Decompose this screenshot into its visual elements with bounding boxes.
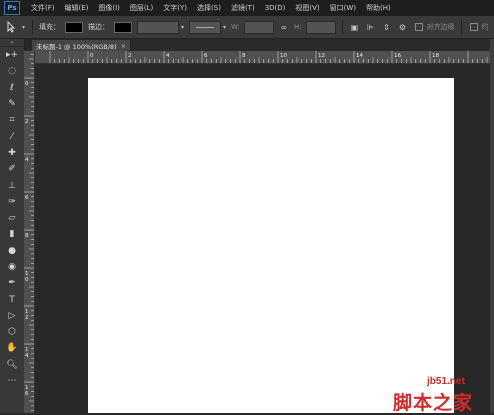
ruler-vertical-label: 6: [25, 391, 29, 397]
path-selection-tool-icon[interactable]: ▷: [0, 308, 24, 324]
ruler-vertical-label: 8: [25, 233, 29, 239]
align-edges-checkbox[interactable]: [414, 23, 423, 31]
stroke-type-dropdown-icon[interactable]: ▾: [223, 23, 229, 32]
options-bar: ▾ 填充： 描边： ▾ ▾ W: ∞ H: ▣ ⊫ ⇕ ⚙ 对齐边缘 约: [0, 16, 494, 39]
close-icon[interactable]: ×: [121, 42, 126, 50]
history-brush-tool-icon[interactable]: ✑: [0, 194, 24, 210]
ruler-horizontal-label: 10: [280, 53, 287, 59]
constrain-label: 约: [481, 23, 489, 31]
document-canvas[interactable]: [88, 78, 454, 413]
gradient-tool-icon[interactable]: ▮: [0, 226, 24, 242]
panel-edge: [490, 39, 494, 413]
width-field[interactable]: [243, 20, 274, 34]
ruler-horizontal-label: 12: [318, 53, 325, 59]
path-selection-icon[interactable]: [0, 18, 22, 36]
stroke-width-field[interactable]: [137, 20, 179, 34]
ruler-horizontal-label: 4: [166, 53, 170, 59]
stroke-swatch[interactable]: [114, 21, 132, 33]
path-arrangement-icon[interactable]: ⇕: [381, 21, 393, 33]
toolbox-grip-icon[interactable]: »: [0, 39, 24, 47]
ruler-vertical-label: 0: [25, 81, 29, 87]
stroke-type-dropdown[interactable]: [189, 20, 221, 34]
width-label: W:: [231, 23, 240, 31]
zoom-tool-icon[interactable]: 🔍︎: [0, 357, 24, 373]
stroke-label: 描边：: [88, 23, 109, 31]
menu-filter[interactable]: 滤镜(T): [226, 3, 260, 13]
menu-type[interactable]: 文字(Y): [158, 3, 192, 13]
fill-label: 填充：: [39, 23, 60, 31]
menu-view[interactable]: 视图(V): [290, 3, 324, 13]
separator: [460, 20, 462, 34]
ruler-horizontal-label: 8: [242, 53, 246, 59]
document-tab[interactable]: 未标题-1 @ 100%(RGB/8) ×: [32, 40, 131, 51]
eraser-tool-icon[interactable]: ▱: [0, 210, 24, 226]
ruler-horizontal[interactable]: 0 2 4 6 8 10 12 14 16 18: [32, 51, 494, 64]
settings-gear-icon[interactable]: ⚙: [397, 21, 409, 33]
watermark-brand: 脚本之家: [393, 392, 474, 414]
height-field[interactable]: [305, 20, 336, 34]
tool-preset-dropdown-icon[interactable]: ▾: [22, 23, 28, 32]
ruler-horizontal-label: 2: [128, 53, 132, 59]
menu-edit[interactable]: 编辑(E): [60, 3, 94, 13]
marquee-tool-icon[interactable]: ◌: [0, 63, 24, 79]
constrain-checkbox[interactable]: [469, 23, 478, 31]
eyedropper-tool-icon[interactable]: ⁄: [0, 128, 24, 144]
ruler-horizontal-label: 0: [90, 53, 94, 59]
align-edges-label: 对齐边缘: [426, 23, 455, 31]
move-tool-icon[interactable]: ▸+: [0, 47, 24, 63]
ruler-horizontal-label: 6: [204, 53, 208, 59]
menu-file[interactable]: 文件(F): [26, 3, 60, 13]
menu-layer[interactable]: 图层(L): [125, 3, 158, 13]
menu-help[interactable]: 帮助(H): [361, 3, 396, 13]
quick-selection-tool-icon[interactable]: ✎: [0, 96, 24, 112]
menu-select[interactable]: 选择(S): [192, 3, 226, 13]
more-tools-icon[interactable]: ⋯: [0, 373, 24, 389]
brush-tool-icon[interactable]: ✐: [0, 161, 24, 177]
menu-image[interactable]: 图像(I): [93, 3, 125, 13]
clone-stamp-tool-icon[interactable]: ⊥: [0, 177, 24, 193]
ruler-vertical-label: 2: [25, 315, 29, 321]
toolbox: » ▸+ ◌ ℓ ✎ ⌗ ⁄ ✚ ✐ ⊥ ✑ ▱ ▮ ● ◉ ✒ T ▷ ⬡ ✋ 🔍︎ ⋯: [0, 39, 25, 413]
separator: [341, 20, 343, 34]
document-tab-title: 未标题-1 @ 100%(RGB/8): [36, 42, 117, 51]
type-tool-icon[interactable]: T: [0, 291, 24, 307]
healing-brush-tool-icon[interactable]: ✚: [0, 145, 24, 161]
path-operations-icon[interactable]: ▣: [349, 21, 361, 33]
ruler-vertical-label: 2: [25, 119, 29, 125]
ruler-vertical-label: 4: [25, 353, 29, 359]
tool-list: ▸+ ◌ ℓ ✎ ⌗ ⁄ ✚ ✐ ⊥ ✑ ▱ ▮ ● ◉ ✒ T ▷ ⬡ ✋ 🔍︎ ⋯: [0, 47, 24, 389]
dodge-tool-icon[interactable]: ◉: [0, 259, 24, 275]
fill-swatch[interactable]: [65, 21, 83, 33]
ruler-horizontal-label: 16: [394, 53, 401, 59]
document-tab-bar: 未标题-1 @ 100%(RGB/8) ×: [32, 39, 494, 51]
menu-3d[interactable]: 3D(D): [260, 4, 291, 12]
separator: [32, 20, 33, 34]
link-icon[interactable]: ∞: [278, 21, 290, 33]
stroke-width-dropdown-icon[interactable]: ▾: [181, 23, 187, 32]
ruler-vertical[interactable]: 024681012141618: [24, 51, 35, 413]
shape-tool-icon[interactable]: ⬡: [0, 324, 24, 340]
ruler-horizontal-label: 14: [356, 53, 363, 59]
pen-tool-icon[interactable]: ✒: [0, 275, 24, 291]
ruler-horizontal-label: 18: [432, 53, 439, 59]
crop-tool-icon[interactable]: ⌗: [0, 112, 24, 128]
hand-tool-icon[interactable]: ✋: [0, 340, 24, 356]
lasso-tool-icon[interactable]: ℓ: [0, 80, 24, 96]
menu-window[interactable]: 窗口(W): [325, 3, 361, 13]
photoshop-logo: Ps: [4, 1, 20, 15]
height-label: H:: [293, 23, 302, 31]
ruler-vertical-label: 0: [25, 277, 29, 283]
ruler-vertical-label: 4: [25, 157, 29, 163]
stroke-line-icon: [196, 26, 214, 28]
menu-bar: Ps 文件(F) 编辑(E) 图像(I) 图层(L) 文字(Y) 选择(S) 滤…: [0, 0, 494, 16]
ruler-vertical-ticks: 024681012141618: [24, 53, 34, 411]
watermark-site: jb51.net: [427, 376, 465, 387]
ruler-horizontal-ticks: 0 2 4 6 8 10 12 14 16 18: [49, 51, 493, 63]
ruler-vertical-label: 6: [25, 195, 29, 201]
path-alignment-icon[interactable]: ⊫: [365, 21, 377, 33]
blur-tool-icon[interactable]: ●: [0, 243, 24, 259]
